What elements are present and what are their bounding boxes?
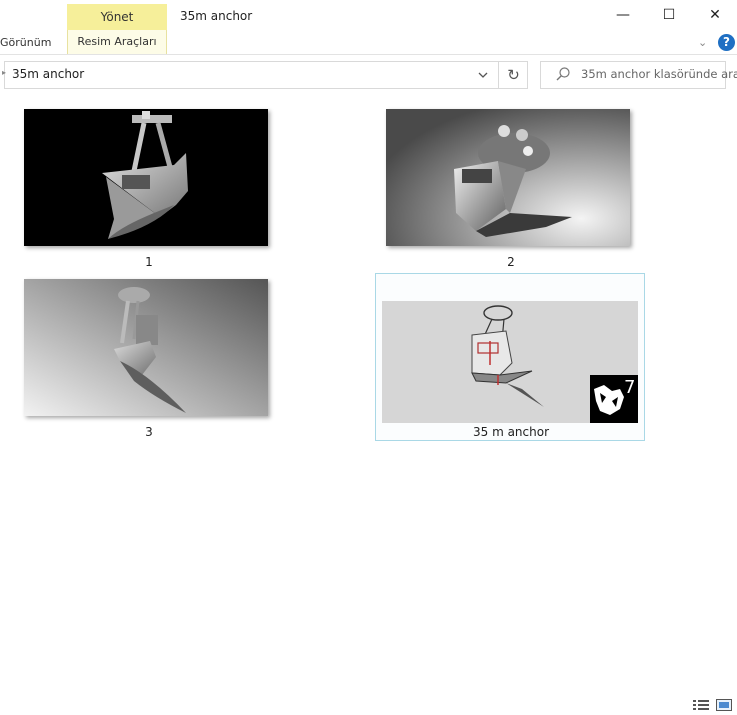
- tab-view[interactable]: Görünüm: [0, 36, 51, 49]
- file-thumbnail-1[interactable]: [24, 109, 268, 246]
- tab-manage[interactable]: Yönet: [67, 4, 167, 30]
- details-view-icon[interactable]: [693, 699, 709, 711]
- svg-text:7: 7: [624, 377, 635, 398]
- file-name-4[interactable]: 35 m anchor: [431, 425, 591, 439]
- address-history-chevron-down-icon[interactable]: [470, 61, 496, 89]
- anchor-render-image: [386, 109, 630, 246]
- tab-picture-tools-label: Resim Araçları: [77, 35, 157, 48]
- ribbon-divider: [0, 54, 737, 55]
- anchor-render-image: [24, 279, 268, 416]
- tab-manage-label: Yönet: [100, 10, 134, 24]
- anchor-render-image: [24, 109, 268, 246]
- maximize-icon[interactable]: ☐: [646, 0, 692, 30]
- file-name-1[interactable]: 1: [69, 255, 229, 269]
- ribbon-expand-chevron-down-icon[interactable]: ⌄: [698, 36, 707, 49]
- window-title: 35m anchor: [180, 9, 253, 23]
- close-icon[interactable]: ✕: [692, 0, 737, 30]
- rhino-7-logo-icon: 7: [590, 375, 638, 423]
- file-thumbnail-3[interactable]: [24, 279, 268, 416]
- address-path[interactable]: 35m anchor: [12, 67, 84, 81]
- refresh-icon[interactable]: ↻: [500, 61, 527, 89]
- help-icon[interactable]: ?: [718, 34, 735, 51]
- minimize-icon[interactable]: —: [600, 0, 646, 30]
- breadcrumb-chevron-icon[interactable]: ▸: [2, 68, 6, 77]
- search-icon: [556, 67, 570, 81]
- address-divider: [498, 61, 499, 89]
- search-input[interactable]: 35m anchor klasöründe ara: [581, 67, 737, 81]
- tab-picture-tools[interactable]: Resim Araçları: [67, 30, 167, 54]
- file-name-3[interactable]: 3: [69, 425, 229, 439]
- file-name-2[interactable]: 2: [431, 255, 591, 269]
- file-thumbnail-2[interactable]: [386, 109, 630, 246]
- large-icons-view-icon[interactable]: [716, 699, 732, 711]
